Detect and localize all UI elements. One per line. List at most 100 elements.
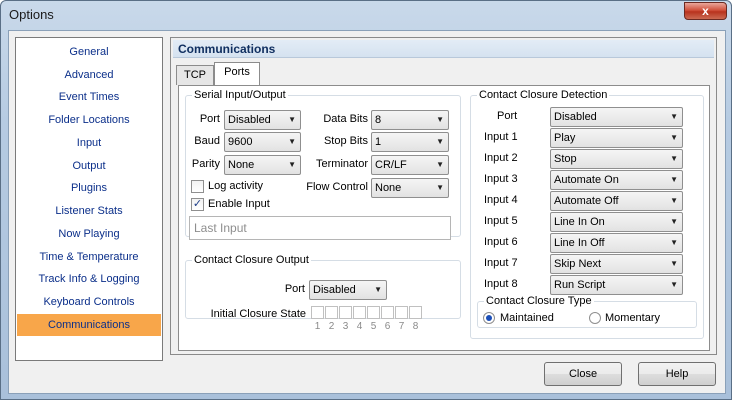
nav-item-general[interactable]: General: [17, 41, 161, 63]
close-button[interactable]: Close: [544, 362, 622, 386]
data-bits-label: Data Bits: [323, 113, 368, 125]
stop-bits-dropdown[interactable]: 1 ▼: [371, 132, 449, 152]
tab-ports[interactable]: Ports: [214, 62, 260, 85]
closure-state-cell-5[interactable]: [367, 306, 380, 319]
chevron-down-icon: ▼: [288, 115, 296, 124]
input-2-dropdown[interactable]: Stop ▼: [550, 149, 683, 169]
input-6-dropdown[interactable]: Line In Off ▼: [550, 233, 683, 253]
chevron-down-icon: ▼: [670, 112, 678, 121]
closure-state-cell-1[interactable]: [311, 306, 324, 319]
options-nav-list: General Advanced Event Times Folder Loca…: [15, 37, 163, 361]
closure-state-cell-2[interactable]: [325, 306, 338, 319]
chevron-down-icon: ▼: [436, 115, 444, 124]
flow-control-dropdown[interactable]: None ▼: [371, 178, 449, 198]
nav-item-keyboard-controls[interactable]: Keyboard Controls: [17, 291, 161, 313]
closure-state-cell-3[interactable]: [339, 306, 352, 319]
nav-item-plugins[interactable]: Plugins: [17, 177, 161, 199]
tab-tcp[interactable]: TCP: [176, 65, 214, 85]
momentary-label: Momentary: [605, 312, 661, 324]
nav-item-now-playing[interactable]: Now Playing: [17, 223, 161, 245]
nav-item-output[interactable]: Output: [17, 155, 161, 177]
closure-state-cell-8[interactable]: [409, 306, 422, 319]
closure-state-digit: 3: [342, 321, 349, 332]
chevron-down-icon: ▼: [288, 137, 296, 146]
closure-state-digit: 7: [398, 321, 405, 332]
title-bar[interactable]: Options x: [1, 1, 731, 29]
input-8-label: Input 8: [484, 278, 518, 290]
chevron-down-icon: ▼: [670, 280, 678, 289]
window-title: Options: [9, 7, 54, 22]
input-6-label: Input 6: [484, 236, 518, 248]
closure-state-digit: 4: [356, 321, 363, 332]
nav-item-input[interactable]: Input: [17, 132, 161, 154]
input-7-dropdown[interactable]: Skip Next ▼: [550, 254, 683, 274]
closure-state-digit: 2: [328, 321, 335, 332]
input-3-value: Automate On: [554, 174, 619, 186]
input-2-value: Stop: [554, 153, 577, 165]
baud-dropdown[interactable]: 9600 ▼: [224, 132, 301, 152]
serial-port-label: Port: [199, 113, 220, 125]
terminator-value: CR/LF: [375, 159, 407, 171]
flow-control-value: None: [375, 182, 402, 194]
maintained-radio[interactable]: [483, 312, 495, 324]
input-1-dropdown[interactable]: Play ▼: [550, 128, 683, 148]
nav-item-folder-locations[interactable]: Folder Locations: [17, 109, 161, 131]
nav-item-track-info-logging[interactable]: Track Info & Logging: [17, 268, 161, 290]
serial-io-legend: Serial Input/Output: [194, 89, 286, 101]
help-button[interactable]: Help: [638, 362, 716, 386]
nav-item-communications[interactable]: Communications: [17, 314, 161, 336]
closure-state-cell-4[interactable]: [353, 306, 366, 319]
closure-state-cell-7[interactable]: [395, 306, 408, 319]
closure-state-digit: 6: [384, 321, 391, 332]
log-activity-checkbox[interactable]: [191, 180, 204, 193]
stop-bits-label: Stop Bits: [323, 135, 368, 147]
detection-port-value: Disabled: [554, 111, 597, 123]
chevron-down-icon: ▼: [374, 285, 382, 294]
detection-port-label: Port: [497, 110, 518, 122]
parity-dropdown[interactable]: None ▼: [224, 155, 301, 175]
nav-item-listener-stats[interactable]: Listener Stats: [17, 200, 161, 222]
closure-detection-legend: Contact Closure Detection: [479, 89, 608, 101]
closure-type-legend: Contact Closure Type: [486, 295, 592, 307]
nav-item-time-temperature[interactable]: Time & Temperature: [17, 246, 161, 268]
last-input-field[interactable]: Last Input: [189, 216, 451, 240]
enable-input-label: Enable Input: [208, 198, 270, 210]
closure-output-port-dropdown[interactable]: Disabled ▼: [309, 280, 387, 300]
input-3-dropdown[interactable]: Automate On ▼: [550, 170, 683, 190]
data-bits-value: 8: [375, 114, 382, 126]
closure-output-legend: Contact Closure Output: [194, 254, 309, 266]
input-1-value: Play: [554, 132, 576, 144]
data-bits-dropdown[interactable]: 8 ▼: [371, 110, 449, 130]
options-window: Options x General Advanced Event Times F…: [0, 0, 732, 400]
input-4-dropdown[interactable]: Automate Off ▼: [550, 191, 683, 211]
stop-bits-value: 1: [375, 136, 382, 148]
chevron-down-icon: ▼: [288, 160, 296, 169]
input-5-label: Input 5: [484, 215, 518, 227]
chevron-down-icon: ▼: [670, 259, 678, 268]
chevron-down-icon: ▼: [670, 175, 678, 184]
enable-input-checkbox[interactable]: ✓: [191, 198, 204, 211]
closure-output-port-value: Disabled: [313, 284, 356, 296]
serial-port-value: Disabled: [228, 114, 271, 126]
detection-port-dropdown[interactable]: Disabled ▼: [550, 107, 683, 127]
serial-port-dropdown[interactable]: Disabled ▼: [224, 110, 301, 130]
closure-state-cell-6[interactable]: [381, 306, 394, 319]
communications-panel: Communications TCP Ports Serial Input/Ou…: [170, 37, 717, 355]
momentary-radio[interactable]: [589, 312, 601, 324]
terminator-dropdown[interactable]: CR/LF ▼: [371, 155, 449, 175]
input-6-value: Line In Off: [554, 237, 605, 249]
input-8-dropdown[interactable]: Run Script ▼: [550, 275, 683, 295]
window-close-button[interactable]: x: [684, 2, 727, 20]
terminator-label: Terminator: [316, 158, 368, 170]
parity-value: None: [228, 159, 255, 171]
closure-state-digit: 5: [370, 321, 377, 332]
nav-item-advanced[interactable]: Advanced: [17, 64, 161, 86]
closure-output-port-label: Port: [284, 283, 305, 295]
input-1-label: Input 1: [484, 131, 518, 143]
chevron-down-icon: ▼: [436, 183, 444, 192]
closure-state-digit: 1: [314, 321, 321, 332]
panel-title: Communications: [178, 42, 276, 56]
input-5-dropdown[interactable]: Line In On ▼: [550, 212, 683, 232]
input-8-value: Run Script: [554, 279, 606, 291]
nav-item-event-times[interactable]: Event Times: [17, 86, 161, 108]
